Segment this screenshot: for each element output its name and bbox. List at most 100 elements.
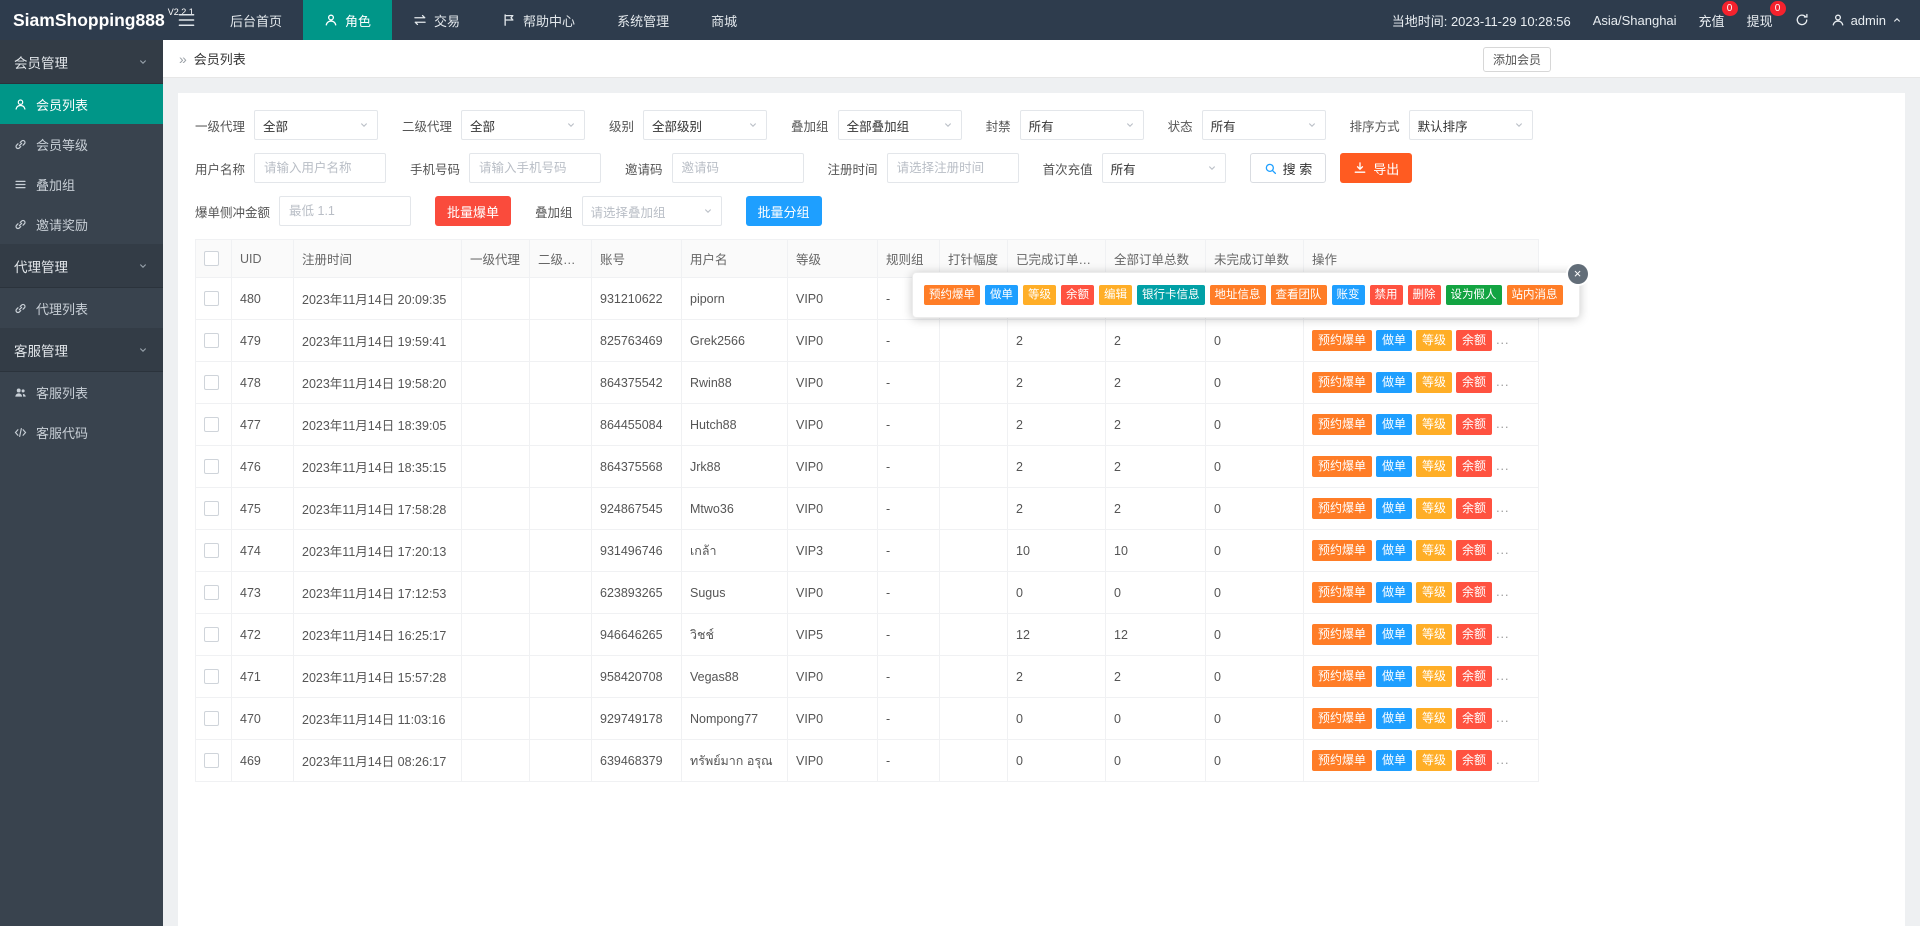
more-actions-button[interactable]: ... xyxy=(1496,627,1509,641)
burst-amount-input[interactable] xyxy=(279,196,412,226)
popup-action-make-order-button[interactable]: 做单 xyxy=(985,284,1018,306)
popup-action-delete-button[interactable]: 删除 xyxy=(1407,284,1441,306)
filter-input-username[interactable] xyxy=(254,153,387,183)
action-reserve-burst-button[interactable]: 预约爆单 xyxy=(1312,330,1373,351)
action-reserve-burst-button[interactable]: 预约爆单 xyxy=(1312,414,1373,435)
action-level-button[interactable]: 等级 xyxy=(1416,330,1453,351)
sidebar-item-member-list[interactable]: 会员列表 xyxy=(0,84,163,124)
topnav-mall[interactable]: 商城 xyxy=(690,0,758,40)
select-all-checkbox[interactable] xyxy=(204,251,219,267)
action-balance-button[interactable]: 余额 xyxy=(1456,372,1493,393)
action-make-order-button[interactable]: 做单 xyxy=(1376,540,1413,561)
topnav-system[interactable]: 系统管理 xyxy=(596,0,690,40)
more-actions-button[interactable]: ... xyxy=(1496,669,1509,683)
row-checkbox[interactable] xyxy=(204,333,219,349)
admin-menu[interactable]: admin xyxy=(1831,13,1902,28)
action-level-button[interactable]: 等级 xyxy=(1416,666,1453,687)
sidebar-group-member-management[interactable]: 会员管理 xyxy=(0,40,163,84)
batch-burst-button[interactable]: 批量爆单 xyxy=(435,196,512,226)
sidebar-group-service-management[interactable]: 客服管理 xyxy=(0,328,163,372)
action-balance-button[interactable]: 余额 xyxy=(1456,750,1493,771)
row-checkbox[interactable] xyxy=(204,711,219,727)
action-make-order-button[interactable]: 做单 xyxy=(1376,330,1413,351)
more-actions-button[interactable]: ... xyxy=(1496,753,1509,767)
action-reserve-burst-button[interactable]: 预约爆单 xyxy=(1312,666,1373,687)
more-actions-button[interactable]: ... xyxy=(1496,501,1509,515)
filter-select-level[interactable]: 全部级别 xyxy=(643,110,768,140)
action-make-order-button[interactable]: 做单 xyxy=(1376,456,1413,477)
action-make-order-button[interactable]: 做单 xyxy=(1376,666,1413,687)
action-level-button[interactable]: 等级 xyxy=(1416,750,1453,771)
more-actions-button[interactable]: ... xyxy=(1496,333,1509,347)
action-reserve-burst-button[interactable]: 预约爆单 xyxy=(1312,456,1373,477)
filter-select-sort[interactable]: 默认排序 xyxy=(1408,110,1533,140)
sidebar-toggle-button[interactable] xyxy=(163,0,209,40)
sidebar-item-member-level[interactable]: 会员等级 xyxy=(0,124,163,164)
sidebar-group-agent-management[interactable]: 代理管理 xyxy=(0,244,163,288)
action-level-button[interactable]: 等级 xyxy=(1416,624,1453,645)
filter-select-ban[interactable]: 所有 xyxy=(1019,110,1144,140)
row-checkbox[interactable] xyxy=(204,753,219,769)
more-actions-button[interactable]: ... xyxy=(1496,417,1509,431)
popup-action-bank-card-info-button[interactable]: 银行卡信息 xyxy=(1137,284,1205,306)
action-balance-button[interactable]: 余额 xyxy=(1456,330,1493,351)
more-actions-button[interactable]: ... xyxy=(1496,459,1509,473)
row-checkbox[interactable] xyxy=(204,669,219,685)
action-balance-button[interactable]: 余额 xyxy=(1456,582,1493,603)
popup-close-button[interactable]: × xyxy=(1567,264,1588,284)
action-make-order-button[interactable]: 做单 xyxy=(1376,498,1413,519)
action-level-button[interactable]: 等级 xyxy=(1416,540,1453,561)
action-reserve-burst-button[interactable]: 预约爆单 xyxy=(1312,582,1373,603)
action-reserve-burst-button[interactable]: 预约爆单 xyxy=(1312,498,1373,519)
popup-action-balance-button[interactable]: 余额 xyxy=(1061,284,1094,306)
row-checkbox[interactable] xyxy=(204,501,219,517)
action-level-button[interactable]: 等级 xyxy=(1416,414,1453,435)
action-make-order-button[interactable]: 做单 xyxy=(1376,750,1413,771)
action-balance-button[interactable]: 余额 xyxy=(1456,540,1493,561)
action-reserve-burst-button[interactable]: 预约爆单 xyxy=(1312,750,1373,771)
filter-input-phone[interactable] xyxy=(469,153,602,183)
filter-select-status[interactable]: 所有 xyxy=(1201,110,1326,140)
action-level-button[interactable]: 等级 xyxy=(1416,456,1453,477)
action-reserve-burst-button[interactable]: 预约爆单 xyxy=(1312,624,1373,645)
more-actions-button[interactable]: ... xyxy=(1496,711,1509,725)
popup-action-account-change-button[interactable]: 账变 xyxy=(1331,284,1365,306)
sidebar-item-agent-list[interactable]: 代理列表 xyxy=(0,288,163,328)
action-balance-button[interactable]: 余额 xyxy=(1456,498,1493,519)
search-button[interactable]: 搜 索 xyxy=(1249,153,1327,183)
action-reserve-burst-button[interactable]: 预约爆单 xyxy=(1312,540,1373,561)
row-checkbox[interactable] xyxy=(204,291,219,307)
row-checkbox[interactable] xyxy=(204,417,219,433)
popup-action-set-fake-button[interactable]: 设为假人 xyxy=(1445,284,1502,306)
filter-select-agent1[interactable]: 全部 xyxy=(254,110,379,140)
filter-select-first-recharge[interactable]: 所有 xyxy=(1101,153,1226,183)
action-make-order-button[interactable]: 做单 xyxy=(1376,708,1413,729)
action-make-order-button[interactable]: 做单 xyxy=(1376,582,1413,603)
popup-action-reserve-burst-button[interactable]: 预约爆单 xyxy=(924,284,980,306)
overlay-group-select[interactable]: 请选择叠加组 xyxy=(581,196,722,226)
popup-action-edit-button[interactable]: 编辑 xyxy=(1099,284,1132,306)
sidebar-item-service-list[interactable]: 客服列表 xyxy=(0,372,163,412)
topnav-roles[interactable]: 角色 xyxy=(303,0,393,40)
action-reserve-burst-button[interactable]: 预约爆单 xyxy=(1312,708,1373,729)
action-balance-button[interactable]: 余额 xyxy=(1456,666,1493,687)
filter-input-invite-code[interactable] xyxy=(671,153,804,183)
action-reserve-burst-button[interactable]: 预约爆单 xyxy=(1312,372,1373,393)
action-level-button[interactable]: 等级 xyxy=(1416,498,1453,519)
withdraw-link[interactable]: 提现 0 xyxy=(1747,0,1786,30)
topnav-trade[interactable]: 交易 xyxy=(392,0,481,40)
popup-action-site-message-button[interactable]: 站内消息 xyxy=(1506,284,1563,306)
row-checkbox[interactable] xyxy=(204,375,219,391)
popup-action-level-button[interactable]: 等级 xyxy=(1023,284,1056,306)
more-actions-button[interactable]: ... xyxy=(1496,375,1509,389)
filter-select-agent2[interactable]: 全部 xyxy=(461,110,586,140)
action-make-order-button[interactable]: 做单 xyxy=(1376,414,1413,435)
popup-action-address-info-button[interactable]: 地址信息 xyxy=(1209,284,1266,306)
action-balance-button[interactable]: 余额 xyxy=(1456,624,1493,645)
row-checkbox[interactable] xyxy=(204,543,219,559)
action-balance-button[interactable]: 余额 xyxy=(1456,708,1493,729)
sidebar-item-overlay-group[interactable]: 叠加组 xyxy=(0,164,163,204)
popup-action-view-team-button[interactable]: 查看团队 xyxy=(1270,284,1327,306)
topnav-home[interactable]: 后台首页 xyxy=(209,0,303,40)
refresh-icon[interactable] xyxy=(1795,13,1809,27)
